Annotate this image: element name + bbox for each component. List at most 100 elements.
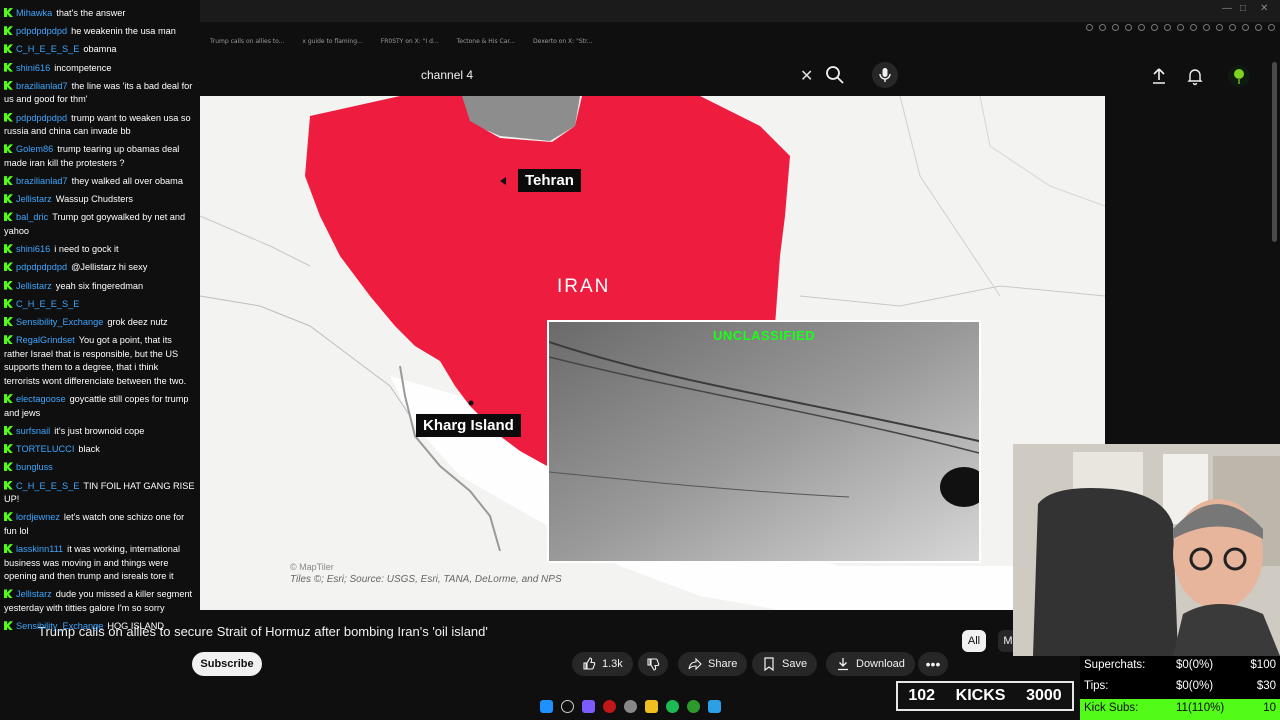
- kicks-count: 102: [908, 687, 936, 704]
- taskbar: [540, 700, 721, 713]
- chat-username[interactable]: bal_dric: [16, 212, 48, 222]
- like-button[interactable]: 1.3k: [572, 652, 633, 676]
- kick-badge-icon: [4, 26, 13, 36]
- search-input[interactable]: channel 4 ✕: [412, 62, 822, 90]
- chat-username[interactable]: C_H_E_E_S_E: [16, 299, 79, 309]
- chat-message: lasskinn111 it was working, international…: [4, 543, 196, 584]
- video-player[interactable]: Tehran IRAN Kharg Island UNCLASSIFIED © …: [200, 96, 1105, 610]
- chat-username[interactable]: RegalGrindset: [16, 335, 75, 345]
- chat-username[interactable]: brazilianlad7: [16, 81, 68, 91]
- chat-username[interactable]: Sensibility_Exchange: [16, 317, 103, 327]
- chat-text: yeah six fingeredman: [55, 280, 144, 291]
- chat-username[interactable]: shini616: [16, 244, 50, 254]
- kicks-label: KICKS: [955, 687, 1006, 704]
- chat-username[interactable]: Sensibility_Exchange: [16, 621, 103, 631]
- page-scrollbar[interactable]: [1272, 62, 1277, 242]
- chat-username[interactable]: pdpdpdpdpd: [16, 262, 67, 272]
- unclassified-tag: UNCLASSIFIED: [712, 328, 816, 343]
- youtube-header: channel 4 ✕: [200, 56, 1280, 96]
- chat-text: incompetence: [54, 62, 112, 73]
- bookmark-item[interactable]: Dexerto on X: "Str...: [533, 38, 593, 52]
- kick-badge-icon: [4, 212, 13, 222]
- right-panel: [1105, 96, 1280, 446]
- bookmark-item[interactable]: Tectone & His Car...: [457, 38, 515, 52]
- download-button[interactable]: Download: [826, 652, 915, 676]
- close-window-icon[interactable]: ✕: [1260, 3, 1268, 14]
- extension-icon[interactable]: [1125, 24, 1132, 31]
- bookmark-item[interactable]: FR0STY on X: "I d...: [381, 38, 439, 52]
- browser-icon[interactable]: [624, 700, 637, 713]
- stream-goals-panel: Superchats: $0(0%) $100 Tips: $0(0%) $30…: [1080, 656, 1280, 720]
- bookmarks-bar: Trump calls on allies to... x guide to f…: [200, 38, 1100, 52]
- extension-icon[interactable]: [1177, 24, 1184, 31]
- save-button[interactable]: Save: [752, 652, 818, 676]
- dislike-button[interactable]: [638, 652, 668, 676]
- chat-username[interactable]: bungluss: [16, 462, 53, 472]
- download-icon: [838, 658, 848, 671]
- chat-message: bungluss: [4, 461, 196, 475]
- search-button[interactable]: [822, 62, 848, 88]
- upload-button[interactable]: [1149, 66, 1169, 86]
- chat-text: @Jellistarz hi sexy: [71, 262, 148, 273]
- account-avatar[interactable]: [1228, 65, 1250, 87]
- chat-username[interactable]: electagoose: [16, 394, 66, 404]
- bookmark-item[interactable]: Trump calls on allies to...: [210, 38, 284, 52]
- chat-message: brazilianlad7 the line was 'its a bad dea…: [4, 80, 196, 107]
- extension-icon[interactable]: [1164, 24, 1171, 31]
- app-icon[interactable]: [603, 700, 616, 713]
- bookmark-item[interactable]: x guide to flaming...: [302, 38, 362, 52]
- voice-search-button[interactable]: [872, 62, 898, 88]
- extension-icon[interactable]: [1268, 24, 1275, 31]
- chat-username[interactable]: shini616: [16, 63, 50, 73]
- chat-username[interactable]: pdpdpdpdpd: [16, 113, 67, 123]
- chat-text: he weakenin the usa man: [71, 26, 176, 37]
- chat-username[interactable]: surfsnail: [16, 426, 50, 436]
- chat-username[interactable]: Mihawka: [16, 8, 52, 18]
- chat-username[interactable]: TORTELUCCI: [16, 444, 74, 454]
- chat-username[interactable]: lordjewnez: [16, 512, 60, 522]
- chat-username[interactable]: Jellistarz: [16, 194, 52, 204]
- extension-icon[interactable]: [1138, 24, 1145, 31]
- filter-chip-all[interactable]: All: [962, 630, 986, 652]
- chat-message: pdpdpdpdpd @Jellistarz hi sexy: [4, 261, 196, 275]
- search-taskbar-icon[interactable]: [561, 700, 574, 713]
- maximize-icon[interactable]: □: [1240, 3, 1246, 14]
- more-actions-button[interactable]: •••: [918, 652, 948, 676]
- chat-username[interactable]: brazilianlad7: [16, 176, 68, 186]
- minimize-icon[interactable]: —: [1222, 3, 1232, 14]
- bookmark-icon: [764, 657, 774, 671]
- clear-search-icon[interactable]: ✕: [800, 66, 813, 86]
- extension-icon[interactable]: [1112, 24, 1119, 31]
- app-icon[interactable]: [582, 700, 595, 713]
- chat-username[interactable]: Golem86: [16, 144, 53, 154]
- chat-username[interactable]: C_H_E_E_S_E: [16, 44, 79, 54]
- extension-icon[interactable]: [1242, 24, 1249, 31]
- iran-label: IRAN: [557, 276, 611, 297]
- extension-icon[interactable]: [1216, 24, 1223, 31]
- extension-icon[interactable]: [1151, 24, 1158, 31]
- chat-username[interactable]: Jellistarz: [16, 589, 52, 599]
- chat-username[interactable]: pdpdpdpdpd: [16, 26, 67, 36]
- xbox-icon[interactable]: [687, 700, 700, 713]
- kick-subs-goal: 10: [1263, 702, 1276, 714]
- extension-icon[interactable]: [1229, 24, 1236, 31]
- chat-message: pdpdpdpdpd he weakenin the usa man: [4, 25, 196, 39]
- telegram-icon[interactable]: [708, 700, 721, 713]
- extension-icon[interactable]: [1086, 24, 1093, 31]
- spotify-icon[interactable]: [666, 700, 679, 713]
- chat-text: i need to gock it: [54, 244, 119, 255]
- subscribe-button[interactable]: Subscribe: [192, 652, 262, 676]
- kick-badge-icon: [4, 462, 13, 472]
- windows-start-icon[interactable]: [540, 700, 553, 713]
- chat-username[interactable]: Jellistarz: [16, 281, 52, 291]
- extension-icon[interactable]: [1203, 24, 1210, 31]
- extension-icon[interactable]: [1190, 24, 1197, 31]
- notifications-button[interactable]: [1185, 66, 1205, 86]
- extension-icon[interactable]: [1255, 24, 1262, 31]
- chat-username[interactable]: lasskinn111: [16, 544, 63, 554]
- chat-message: shini616 i need to gock it: [4, 243, 196, 257]
- file-explorer-icon[interactable]: [645, 700, 658, 713]
- extension-icon[interactable]: [1099, 24, 1106, 31]
- chat-username[interactable]: C_H_E_E_S_E: [16, 481, 79, 491]
- share-button[interactable]: Share: [678, 652, 748, 676]
